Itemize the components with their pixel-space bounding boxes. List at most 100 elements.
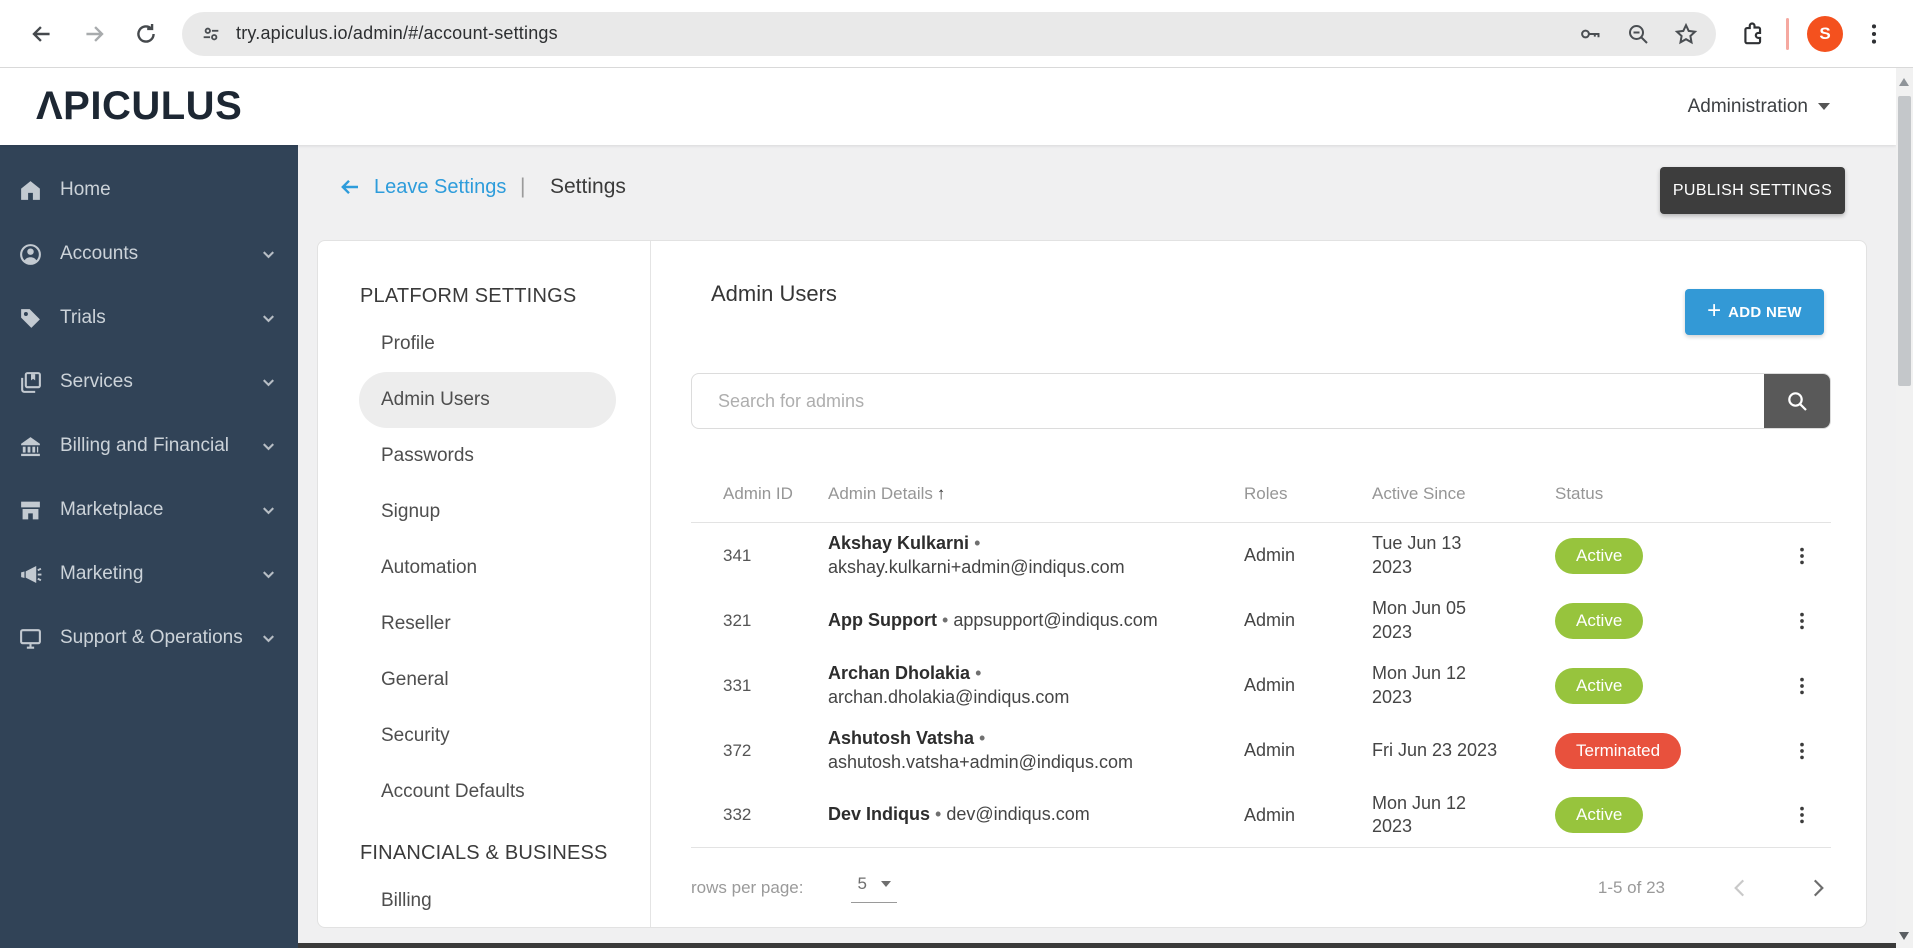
sidebar-item-label: Trials xyxy=(60,307,106,328)
browser-toolbar: try.apiculus.io/admin/#/account-settings… xyxy=(0,0,1913,68)
admin-search xyxy=(691,373,1831,429)
extensions-icon[interactable] xyxy=(1740,21,1766,47)
sidebar-item-trials[interactable]: Trials xyxy=(0,286,298,350)
row-menu-icon[interactable] xyxy=(1791,544,1813,568)
admin-id-cell: 331 xyxy=(723,675,752,695)
leave-settings-link[interactable]: Leave Settings xyxy=(338,175,506,199)
pagination: rows per page: 5 1-5 of 23 xyxy=(691,866,1831,910)
breadcrumb: Leave Settings | Settings PUBLISH SETTIN… xyxy=(298,145,1896,237)
active-since-cell: Mon Jun 12 2023 xyxy=(1372,663,1467,707)
scrollbar-thumb[interactable] xyxy=(1898,96,1911,386)
sidebar: Home Accounts Trials Services Billing an… xyxy=(0,145,298,948)
table-header: Admin ID Admin Details ↑ Roles Active Sin… xyxy=(691,466,1831,523)
bottom-edge xyxy=(298,943,1913,948)
sidebar-item-billing-and-financial[interactable]: Billing and Financial xyxy=(0,414,298,478)
plus-icon: + xyxy=(1707,297,1722,324)
settings-nav-item-billing[interactable]: Billing xyxy=(318,873,650,927)
zoom-out-icon[interactable] xyxy=(1626,22,1650,46)
row-menu-icon[interactable] xyxy=(1791,674,1813,698)
row-menu-icon[interactable] xyxy=(1791,803,1813,827)
chevron-down-icon xyxy=(263,378,274,386)
browser-profile-avatar[interactable]: S xyxy=(1807,15,1843,52)
bookmark-star-icon[interactable] xyxy=(1674,22,1698,46)
settings-nav-item-account-defaults[interactable]: Account Defaults xyxy=(318,764,650,820)
add-new-button[interactable]: + ADD NEW xyxy=(1685,289,1824,335)
address-bar[interactable]: try.apiculus.io/admin/#/account-settings xyxy=(182,11,1716,56)
sidebar-item-label: Billing and Financial xyxy=(60,435,229,456)
active-since-cell: Tue Jun 13 2023 xyxy=(1372,533,1462,577)
active-since-cell: Mon Jun 05 2023 xyxy=(1372,598,1467,642)
sidebar-item-accounts[interactable]: Accounts xyxy=(0,222,298,286)
search-icon xyxy=(1788,392,1807,411)
admin-id-cell: 372 xyxy=(723,740,752,760)
marketplace-icon xyxy=(21,501,40,519)
content-area: Leave Settings | Settings PUBLISH SETTIN… xyxy=(298,145,1913,948)
table-row: 341 Akshay Kulkarni • akshay.kulkarni+ad… xyxy=(691,523,1831,588)
chevron-down-icon xyxy=(1818,103,1830,110)
status-badge: Active xyxy=(1555,797,1644,833)
settings-nav-item-automation[interactable]: Automation xyxy=(318,540,650,596)
active-since-cell: Fri Jun 23 2023 xyxy=(1372,739,1498,760)
admin-users-table: Admin ID Admin Details ↑ Roles Active Sin… xyxy=(691,466,1831,848)
settings-nav-item-security[interactable]: Security xyxy=(318,708,650,764)
rows-per-page-select[interactable]: 5 xyxy=(851,874,897,903)
sidebar-item-label: Accounts xyxy=(60,243,139,264)
scroll-down-icon[interactable] xyxy=(1899,932,1909,940)
role-cell: Admin xyxy=(1244,610,1296,630)
account-menu-label: Administration xyxy=(1687,95,1808,117)
password-key-icon[interactable] xyxy=(1578,22,1602,46)
table-row: 321 App Support • appsupport@indiqus.com… xyxy=(691,588,1831,653)
scroll-up-icon[interactable] xyxy=(1899,78,1909,86)
settings-nav-item-admin-users[interactable]: Admin Users xyxy=(359,372,616,428)
settings-nav-item-general[interactable]: General xyxy=(318,652,650,708)
chevron-down-icon xyxy=(263,634,274,642)
settings-section-title: FINANCIALS & BUSINESS xyxy=(360,842,608,864)
chevron-down-icon xyxy=(263,442,274,450)
col-active-since: Active Since xyxy=(1372,483,1466,503)
search-input[interactable] xyxy=(692,374,1764,428)
url-text: try.apiculus.io/admin/#/account-settings xyxy=(236,23,558,43)
sidebar-item-label: Home xyxy=(60,179,111,200)
leave-settings-label: Leave Settings xyxy=(374,175,507,198)
sidebar-item-home[interactable]: Home xyxy=(0,158,298,222)
services-icon xyxy=(21,371,41,393)
forward-icon[interactable] xyxy=(81,21,107,47)
avatar-initial: S xyxy=(1819,23,1831,43)
next-page-icon[interactable] xyxy=(1805,875,1831,901)
settings-section-title: PLATFORM SETTINGS xyxy=(360,285,577,307)
back-icon[interactable] xyxy=(29,21,55,47)
account-menu[interactable]: Administration xyxy=(1688,96,1830,118)
home-icon xyxy=(21,180,40,200)
settings-nav-item-passwords[interactable]: Passwords xyxy=(318,428,650,484)
publish-settings-button[interactable]: PUBLISH SETTINGS xyxy=(1660,167,1845,214)
search-button[interactable] xyxy=(1764,374,1830,428)
back-arrow-icon xyxy=(341,179,358,195)
table-row: 372 Ashutosh Vatsha • ashutosh.vatsha+ad… xyxy=(691,718,1831,783)
sidebar-item-marketplace[interactable]: Marketplace xyxy=(0,478,298,542)
col-admin-details[interactable]: Admin Details ↑ xyxy=(828,483,1244,505)
table-row: 331 Archan Dholakia • archan.dholakia@in… xyxy=(691,653,1831,718)
site-info-icon[interactable] xyxy=(200,23,222,45)
chevron-down-icon xyxy=(263,506,274,514)
table-row: 332 Dev Indiqus • dev@indiqus.com Admin … xyxy=(691,783,1831,848)
settings-nav-item-signup[interactable]: Signup xyxy=(318,484,650,540)
chevron-down-icon xyxy=(263,250,274,258)
profile-theme-divider xyxy=(1786,17,1789,50)
sidebar-item-services[interactable]: Services xyxy=(0,350,298,414)
reload-icon[interactable] xyxy=(133,21,159,47)
page-scrollbar[interactable] xyxy=(1896,68,1913,948)
trials-icon xyxy=(21,308,40,328)
sidebar-item-label: Marketplace xyxy=(60,499,164,520)
row-menu-icon[interactable] xyxy=(1791,609,1813,633)
row-menu-icon[interactable] xyxy=(1791,739,1813,763)
panel-title: Admin Users xyxy=(711,281,837,306)
sidebar-item-support-operations[interactable]: Support & Operations xyxy=(0,606,298,670)
browser-menu-icon[interactable] xyxy=(1861,21,1887,47)
sidebar-item-marketing[interactable]: Marketing xyxy=(0,542,298,606)
status-badge: Active xyxy=(1555,602,1644,639)
settings-nav-item-profile[interactable]: Profile xyxy=(318,316,650,372)
col-roles: Roles xyxy=(1244,484,1288,503)
previous-page-icon[interactable] xyxy=(1727,875,1753,901)
settings-nav-item-reseller[interactable]: Reseller xyxy=(318,596,650,652)
admin-details-cell: Ashutosh Vatsha • ashutosh.vatsha+admin@… xyxy=(828,728,1133,772)
